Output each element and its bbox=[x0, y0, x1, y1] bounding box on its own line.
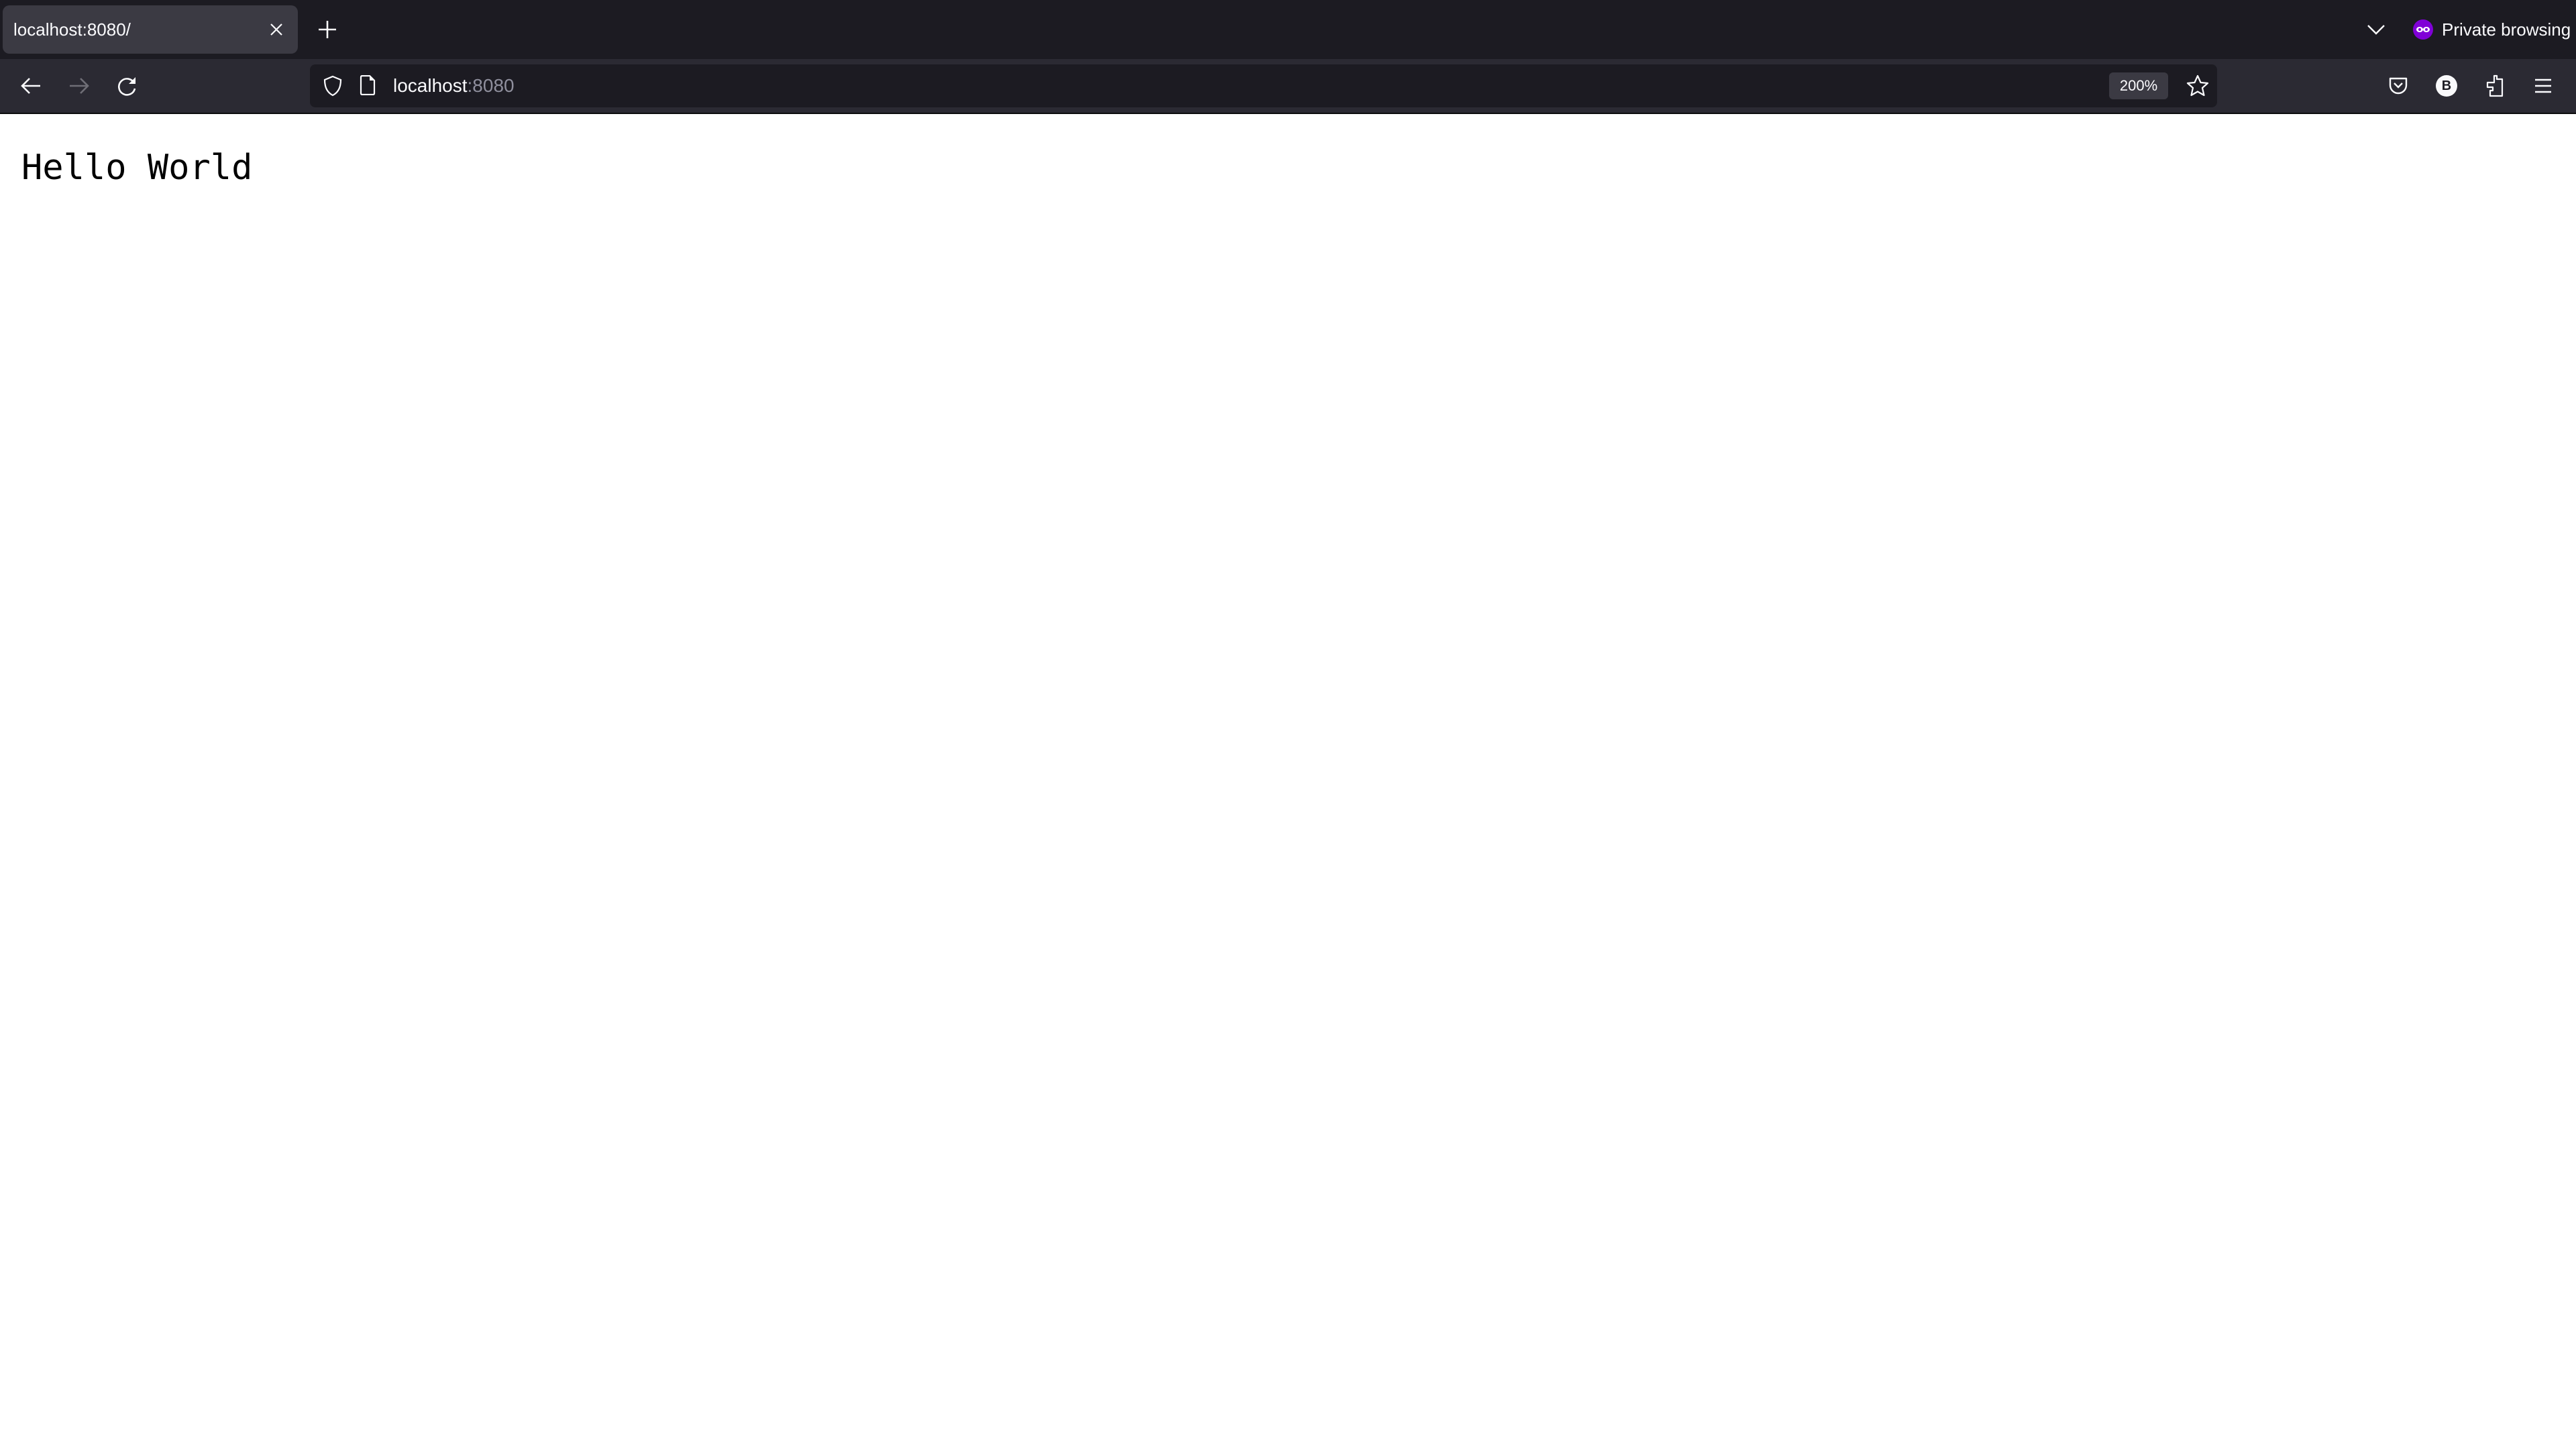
reload-icon bbox=[117, 75, 138, 97]
account-button[interactable]: B bbox=[2430, 70, 2463, 102]
back-button[interactable] bbox=[15, 70, 47, 102]
url-text[interactable]: localhost:8080 bbox=[393, 64, 515, 107]
page-icon[interactable] bbox=[360, 75, 376, 95]
nav-toolbar: localhost:8080 200% B bbox=[0, 59, 2576, 114]
arrow-left-icon bbox=[20, 76, 42, 95]
pocket-button[interactable] bbox=[2382, 70, 2414, 102]
star-icon[interactable] bbox=[2186, 74, 2210, 98]
account-initial: B bbox=[2441, 78, 2452, 93]
plus-icon bbox=[317, 19, 337, 40]
forward-button[interactable] bbox=[63, 70, 95, 102]
menu-button[interactable] bbox=[2527, 70, 2559, 102]
extensions-button[interactable] bbox=[2479, 70, 2511, 102]
chevron-down-icon bbox=[2367, 23, 2385, 36]
menu-icon bbox=[2534, 78, 2552, 94]
private-mask-icon bbox=[2412, 19, 2434, 40]
pocket-icon bbox=[2388, 76, 2408, 96]
url-bar[interactable]: localhost:8080 200% bbox=[310, 64, 2217, 107]
list-all-tabs-button[interactable] bbox=[2361, 15, 2391, 44]
url-host: localhost bbox=[393, 75, 468, 96]
tab-title: localhost:8080/ bbox=[13, 19, 131, 40]
url-port: :8080 bbox=[467, 75, 515, 96]
page-content-text: Hello World bbox=[21, 148, 253, 188]
shield-icon[interactable] bbox=[323, 75, 342, 97]
tab-bar: localhost:8080/ Private browsing bbox=[0, 0, 2576, 59]
arrow-right-icon bbox=[68, 76, 90, 95]
reload-button[interactable] bbox=[111, 70, 144, 102]
new-tab-button[interactable] bbox=[313, 15, 342, 44]
account-icon: B bbox=[2436, 75, 2457, 97]
extensions-icon bbox=[2485, 74, 2505, 97]
zoom-level-button[interactable]: 200% bbox=[2109, 72, 2168, 99]
private-browsing-label: Private browsing bbox=[2442, 19, 2571, 40]
close-icon[interactable] bbox=[263, 16, 290, 43]
private-browsing-indicator: Private browsing bbox=[2412, 15, 2571, 44]
tab-active[interactable]: localhost:8080/ bbox=[3, 5, 298, 54]
